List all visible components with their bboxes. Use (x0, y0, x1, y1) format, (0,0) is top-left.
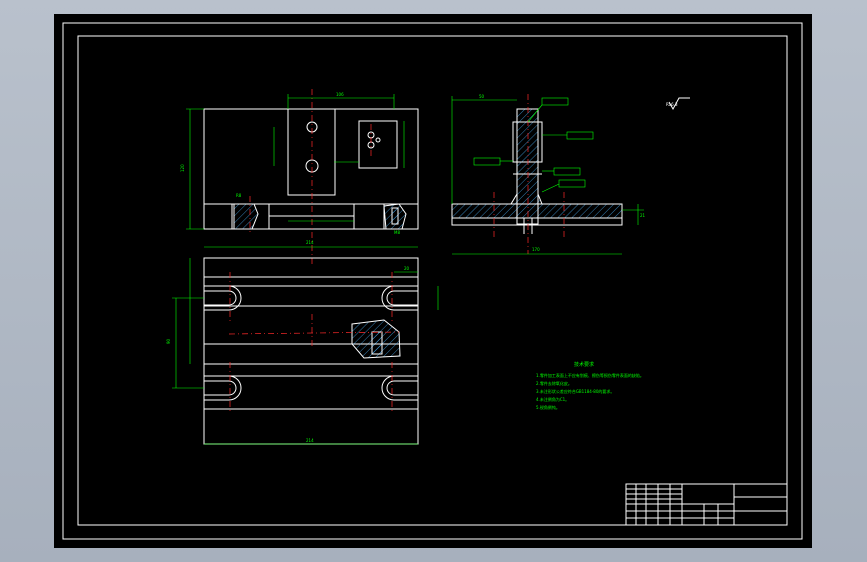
svg-text:M8: M8 (394, 230, 400, 235)
svg-text:50: 50 (479, 94, 485, 99)
tech-requirements-title: 技术要求 (574, 361, 594, 368)
tech-requirement-line: 3.未注形状公差应符合GB1184-80的要求。 (536, 388, 614, 394)
svg-text:214: 214 (306, 438, 314, 443)
svg-text:106: 106 (336, 92, 344, 97)
top-view: 90 214 20 (166, 257, 439, 445)
svg-text:R8: R8 (236, 193, 242, 198)
svg-text:214: 214 (306, 240, 314, 245)
side-view: 50 170 21 (451, 94, 646, 255)
tech-requirement-line: 4.未注倒角为C1。 (536, 396, 569, 402)
tech-requirement-line: 2.零件去除氧化皮。 (536, 380, 572, 386)
sheet-inner-border (77, 35, 788, 526)
tech-requirement-line: 5.锐角倒钝。 (536, 404, 560, 410)
technical-requirements: 技术要求 1.零件加工表面上不应有划痕、擦伤等损伤零件表面的缺陷。 2.零件去除… (536, 361, 644, 410)
sheet-outer-border (62, 22, 803, 540)
svg-text:90: 90 (166, 338, 171, 344)
cad-drawing: 120 214 106 R8 M8 50 170 21 Ra6.3 90 214… (62, 22, 803, 540)
title-block (625, 483, 788, 526)
roughness-symbol: Ra6.3 (666, 97, 690, 111)
svg-text:20: 20 (404, 266, 410, 271)
tech-requirement-line: 1.零件加工表面上不应有划痕、擦伤等损伤零件表面的缺陷。 (536, 372, 644, 378)
svg-text:170: 170 (532, 247, 540, 252)
cad-viewport[interactable]: 120 214 106 R8 M8 50 170 21 Ra6.3 90 214… (54, 14, 812, 548)
roughness-label: Ra6.3 (666, 102, 678, 107)
svg-text:120: 120 (180, 164, 185, 172)
front-view: 120 214 106 R8 M8 (180, 89, 419, 264)
svg-text:21: 21 (640, 213, 646, 218)
